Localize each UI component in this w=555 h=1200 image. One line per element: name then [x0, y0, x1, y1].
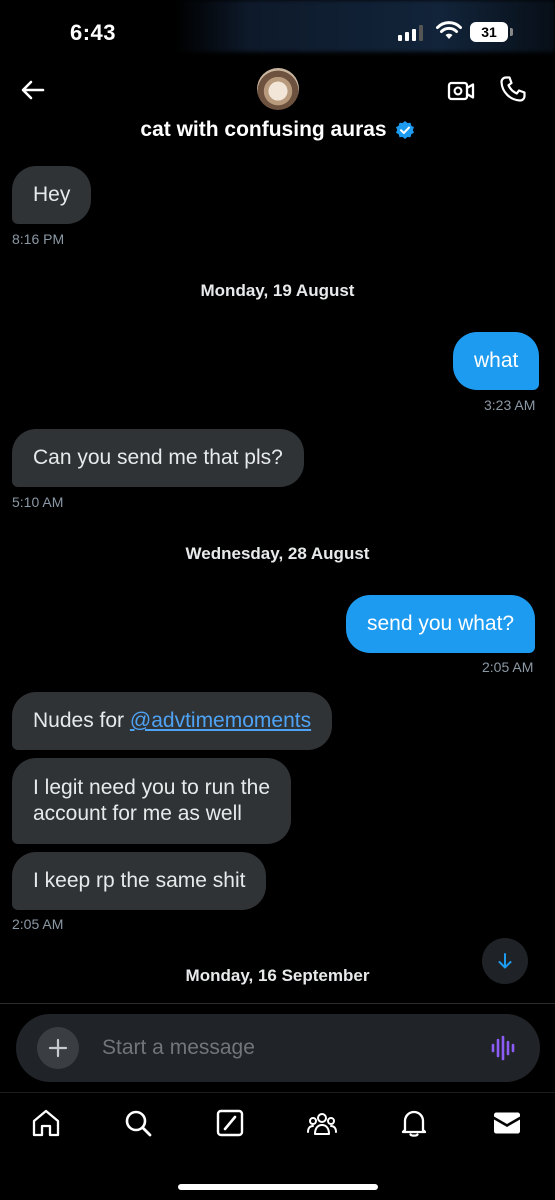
home-indicator[interactable]	[178, 1184, 378, 1190]
verified-badge-icon	[395, 121, 414, 139]
notifications-icon[interactable]	[398, 1107, 430, 1139]
grok-icon[interactable]	[214, 1107, 246, 1139]
status-bar: 6:43 31	[0, 0, 555, 60]
message-timestamp: 8:16 PM	[12, 231, 65, 247]
messages-icon[interactable]	[491, 1107, 523, 1139]
message-text: I keep rp the same shit	[33, 869, 246, 892]
arrow-down-icon	[498, 953, 512, 969]
message-text-line: account for me as well	[33, 802, 242, 825]
incoming-message[interactable]: Hey	[12, 166, 92, 224]
message-text: Nudes for @advtimemoments	[33, 708, 311, 734]
video-call-icon[interactable]	[446, 76, 476, 106]
outgoing-message[interactable]: send you what?	[346, 595, 536, 653]
wifi-icon	[436, 21, 462, 39]
back-arrow-icon[interactable]	[18, 75, 48, 105]
composer-divider	[0, 1003, 555, 1004]
cellular-signal-icon	[398, 25, 423, 41]
incoming-message[interactable]: I legit need you to run the account for …	[12, 758, 291, 844]
voice-message-icon[interactable]	[490, 1034, 518, 1062]
add-media-button[interactable]	[37, 1027, 79, 1069]
message-timestamp: 5:10 AM	[12, 494, 64, 510]
conversation-title-row[interactable]: cat with confusing auras	[0, 118, 555, 142]
plus-icon	[48, 1038, 68, 1058]
clock: 6:43	[70, 20, 117, 45]
home-icon[interactable]	[30, 1107, 62, 1139]
message-text-prefix: Nudes for	[33, 709, 130, 732]
message-composer	[16, 1014, 540, 1082]
search-icon[interactable]	[122, 1107, 154, 1139]
scroll-to-bottom-button[interactable]	[482, 938, 528, 984]
outgoing-message[interactable]: what	[453, 332, 540, 390]
message-timestamp: 3:23 AM	[484, 397, 536, 413]
date-separator: Monday, 16 September	[185, 966, 370, 985]
date-separator: Wednesday, 28 August	[185, 544, 370, 563]
incoming-message[interactable]: Nudes for @advtimemoments	[12, 692, 333, 750]
conversation-header: cat with confusing auras	[0, 60, 555, 155]
incoming-message[interactable]: I keep rp the same shit	[12, 852, 267, 910]
message-text: what	[474, 349, 519, 372]
battery-cap	[510, 28, 513, 36]
battery-indicator: 31	[470, 22, 508, 42]
conversation-title: cat with confusing auras	[140, 118, 387, 141]
message-input[interactable]	[102, 1034, 462, 1062]
message-timestamp: 2:05 AM	[12, 916, 64, 932]
communities-icon[interactable]	[306, 1107, 338, 1139]
message-text: send you what?	[367, 612, 515, 635]
incoming-message[interactable]: Can you send me that pls?	[12, 429, 304, 487]
message-text: Can you send me that pls?	[33, 446, 283, 469]
avatar[interactable]	[257, 68, 299, 110]
phone-call-icon[interactable]	[498, 74, 528, 104]
message-thread[interactable]: Hey 8:16 PM Monday, 19 August what 3:23 …	[0, 155, 555, 1000]
message-text: Hey	[33, 183, 71, 206]
mention-link[interactable]: @advtimemoments	[130, 709, 311, 732]
message-timestamp: 2:05 AM	[482, 659, 534, 675]
date-separator: Monday, 19 August	[200, 281, 355, 300]
message-text-line: I legit need you to run the	[33, 776, 270, 799]
